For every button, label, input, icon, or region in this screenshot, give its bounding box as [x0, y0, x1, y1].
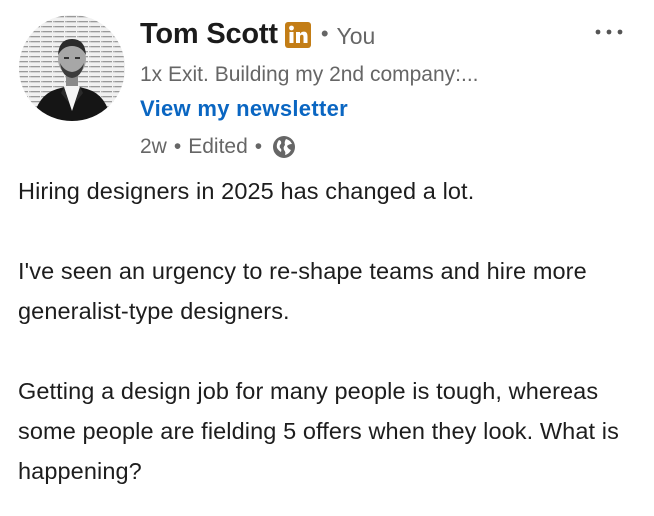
post-body: Hiring designers in 2025 has changed a l… — [18, 171, 638, 491]
globe-icon — [272, 135, 296, 159]
author-headline: 1x Exit. Building my 2nd company:... — [140, 63, 479, 86]
post-paragraph: Getting a design job for many people is … — [18, 378, 619, 484]
connection-degree: You — [336, 22, 376, 49]
more-options-button[interactable] — [590, 20, 630, 44]
post-paragraph: I've seen an urgency to re-shape teams a… — [18, 258, 587, 324]
separator-dot: • — [254, 135, 263, 158]
author-row: Tom Scott • You — [140, 14, 600, 54]
post-paragraph: Hiring designers in 2025 has changed a l… — [18, 178, 475, 204]
avatar-photo — [19, 15, 125, 121]
post-meta: 2w • Edited • — [140, 132, 600, 162]
ellipsis-icon — [595, 29, 623, 35]
separator-dot: • — [320, 21, 329, 46]
linkedin-premium-icon — [284, 22, 311, 48]
edited-label: Edited — [188, 135, 248, 158]
author-name[interactable]: Tom Scott — [140, 18, 278, 51]
feed-post: Tom Scott • You 1x Exit. Building my 2nd… — [0, 0, 654, 516]
separator-dot: • — [173, 135, 182, 158]
view-newsletter-link[interactable]: View my newsletter — [140, 96, 348, 122]
post-header: Tom Scott • You 1x Exit. Building my 2nd… — [140, 14, 600, 162]
post-time: 2w — [140, 135, 167, 158]
avatar[interactable] — [19, 15, 125, 121]
